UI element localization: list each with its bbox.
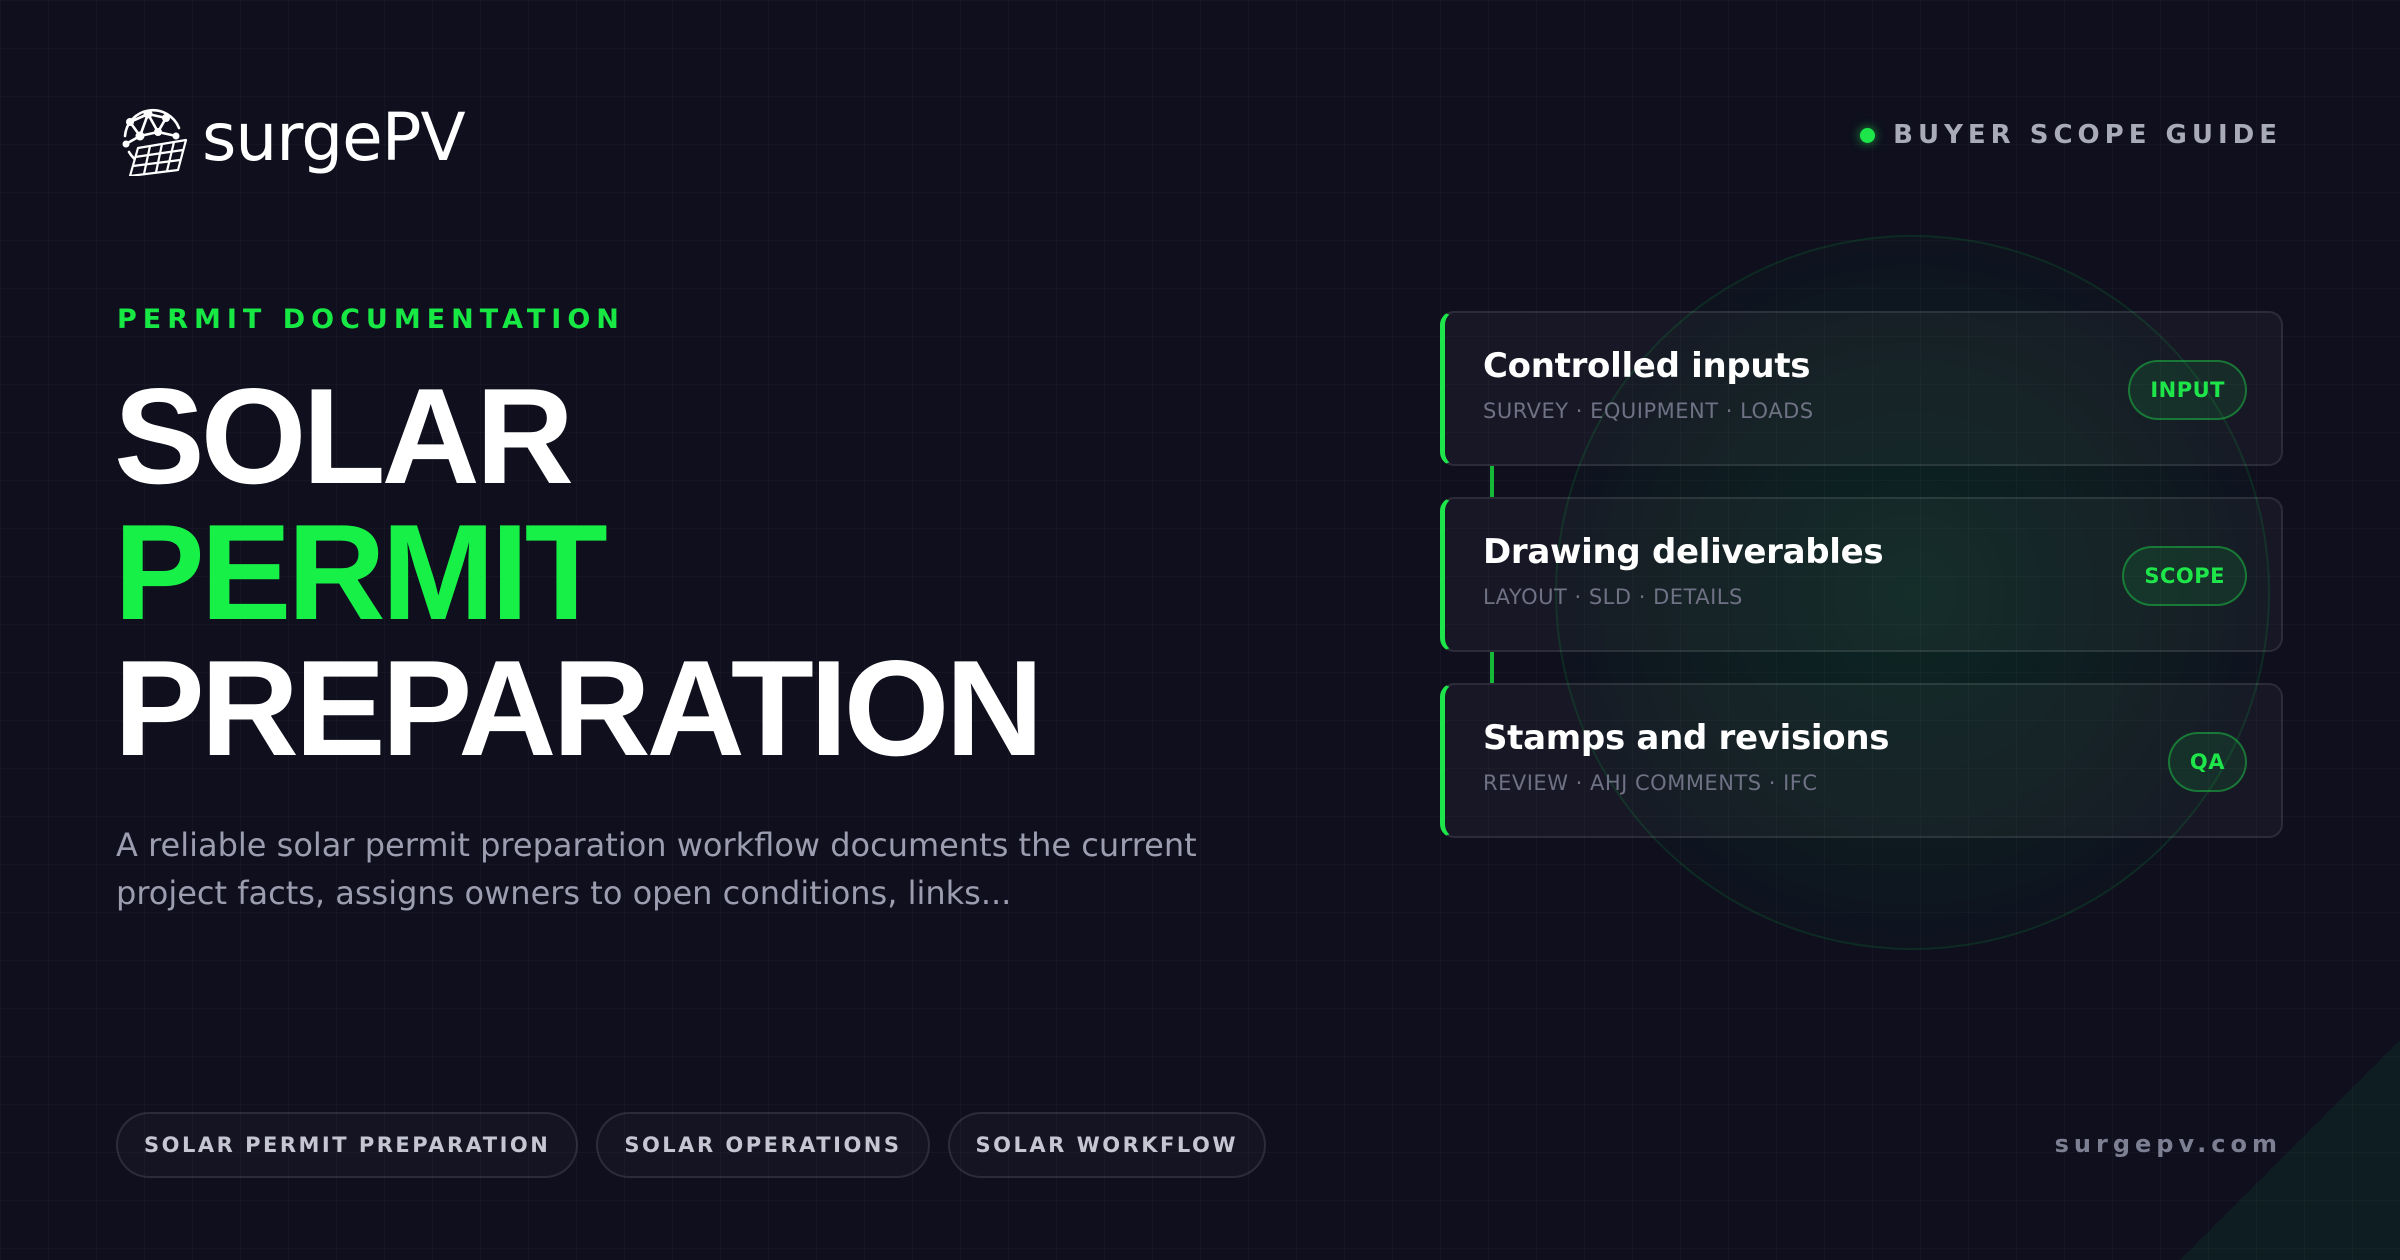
tag-solar-workflow[interactable]: SOLAR WORKFLOW [947, 1112, 1267, 1178]
card-title: Stamps and revisions [1483, 718, 1890, 758]
card-connector [1490, 466, 1494, 497]
card-subtitle: SURVEY · EQUIPMENT · LOADS [1483, 399, 1814, 423]
brand-name: surgePV [202, 99, 466, 176]
page: surgePV BUYER SCOPE GUIDE PERMIT DOCUMEN… [0, 0, 2400, 1260]
solar-globe-icon [122, 108, 188, 176]
card-badge-input: INPUT [2128, 360, 2247, 420]
card-connector [1490, 652, 1494, 683]
logo[interactable]: surgePV [116, 98, 466, 178]
card-drawing-deliverables: Drawing deliverables LAYOUT · SLD · DETA… [1440, 497, 2283, 652]
site-domain[interactable]: surgepv.com [2055, 1130, 2282, 1158]
page-title: SOLAR PERMIT PREPARATION [114, 360, 1044, 784]
card-stamps-and-revisions: Stamps and revisions REVIEW · AHJ COMMEN… [1440, 683, 2283, 838]
tag-solar-permit-preparation[interactable]: SOLAR PERMIT PREPARATION [116, 1112, 579, 1178]
tag-solar-operations[interactable]: SOLAR OPERATIONS [596, 1112, 930, 1178]
card-subtitle: LAYOUT · SLD · DETAILS [1483, 585, 1743, 609]
scope-card-list: Controlled inputs SURVEY · EQUIPMENT · L… [1440, 311, 2283, 838]
buyer-scope-guide: BUYER SCOPE GUIDE [1860, 120, 2282, 150]
card-controlled-inputs: Controlled inputs SURVEY · EQUIPMENT · L… [1440, 311, 2283, 466]
status-dot-icon [1860, 127, 1876, 143]
title-line-1: SOLAR [114, 360, 574, 512]
card-title: Drawing deliverables [1483, 532, 1884, 572]
card-badge-scope: SCOPE [2122, 546, 2247, 606]
card-title: Controlled inputs [1483, 346, 1811, 386]
tag-list: SOLAR PERMIT PREPARATION SOLAR OPERATION… [116, 1112, 1267, 1178]
hero-description: A reliable solar permit preparation work… [116, 826, 1197, 912]
card-subtitle: REVIEW · AHJ COMMENTS · IFC [1483, 771, 1818, 795]
card-badge-qa: QA [2167, 732, 2247, 792]
title-line-3: PREPARATION [114, 632, 1044, 784]
guide-label: BUYER SCOPE GUIDE [1893, 120, 2282, 150]
eyebrow-label: PERMIT DOCUMENTATION [117, 304, 625, 335]
title-line-2: PERMIT [114, 496, 608, 648]
